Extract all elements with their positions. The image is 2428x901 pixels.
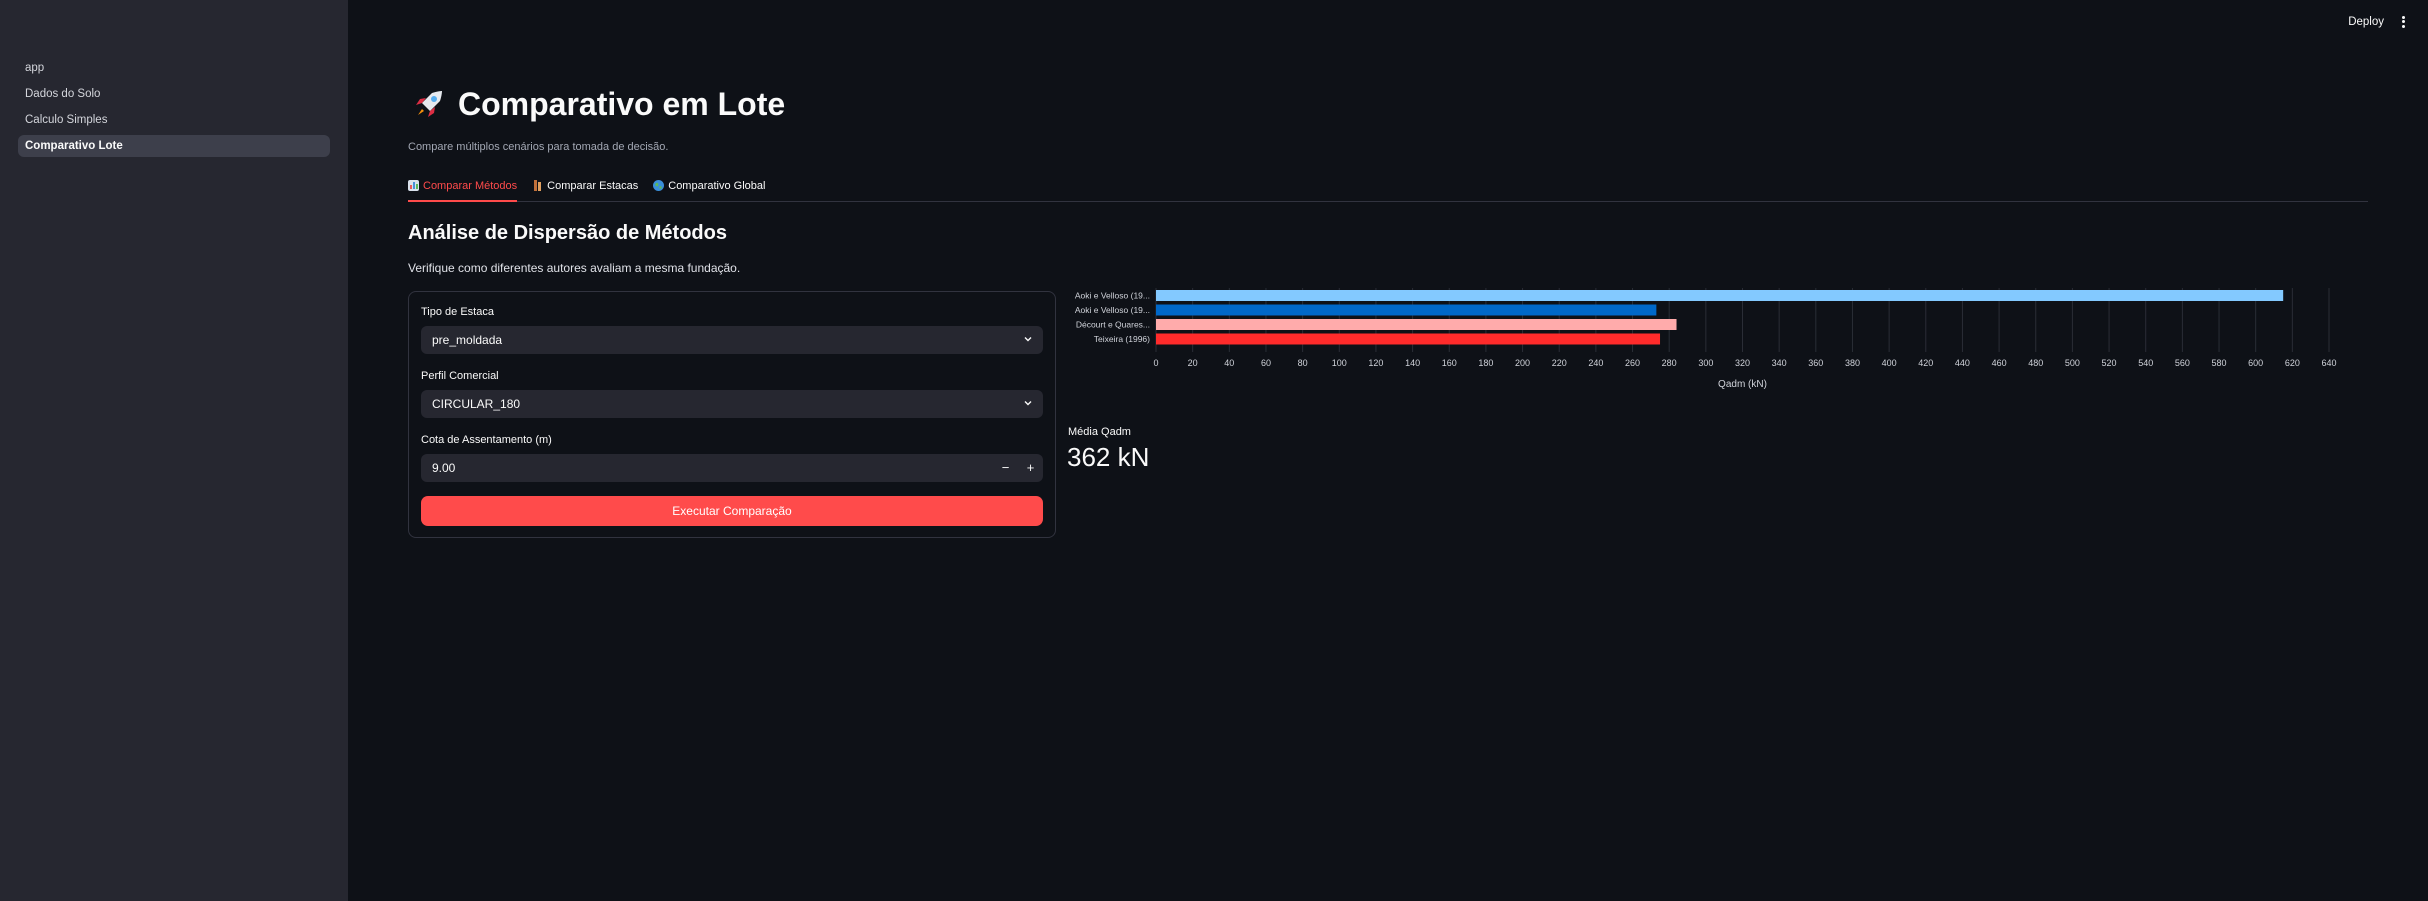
bar [1156, 290, 2284, 301]
bar [1156, 304, 1657, 316]
x-tick-label: 380 [1845, 358, 1860, 368]
x-tick-label: 140 [1405, 358, 1420, 368]
tab-label: Comparar Estacas [547, 180, 639, 192]
bar [1156, 319, 1677, 330]
x-tick-label: 240 [1588, 358, 1603, 368]
page-title-text: Comparativo em Lote [458, 86, 786, 122]
chevron-down-icon [1024, 401, 1032, 406]
x-tick-label: 180 [1478, 358, 1493, 368]
x-tick-label: 20 [1188, 358, 1198, 368]
perfil-comercial-select[interactable]: CIRCULAR_180 [421, 390, 1043, 418]
x-tick-label: 260 [1625, 358, 1640, 368]
x-tick-label: 120 [1368, 358, 1383, 368]
x-tick-label: 580 [2212, 358, 2227, 368]
deploy-button[interactable]: Deploy [2348, 16, 2384, 28]
x-tick-label: 560 [2175, 358, 2190, 368]
tipo-estaca-select[interactable]: pre_moldada [421, 326, 1043, 354]
perfil-comercial-label: Perfil Comercial [421, 370, 499, 382]
tab-comparar-metodos[interactable]: Comparar Métodos [408, 174, 518, 202]
comparison-form: Tipo de Estaca pre_moldada Perfil Comerc… [408, 291, 1056, 538]
sidebar-item-app[interactable]: app [18, 57, 330, 79]
x-tick-label: 600 [2248, 358, 2263, 368]
perfil-comercial-value: CIRCULAR_180 [432, 397, 521, 411]
sidebar: app Dados do Solo Calculo Simples Compar… [0, 0, 348, 901]
section-title: Análise de Dispersão de Métodos [408, 222, 727, 244]
x-tick-label: 60 [1261, 358, 1271, 368]
x-tick-label: 160 [1442, 358, 1457, 368]
more-vertical-icon[interactable] [2398, 14, 2408, 30]
cota-stepper: − + [421, 454, 1043, 482]
cota-label: Cota de Assentamento (m) [421, 434, 552, 446]
methods-bar-chart: 0 20 40 60 80 100 120 140 160 180 200 220 240 260 280 3… [1075, 288, 2337, 390]
section-description: Verifique como diferentes autores avalia… [408, 261, 741, 275]
bar-chart-icon [408, 180, 419, 191]
chevron-down-icon [1024, 337, 1032, 342]
sidebar-item-dados-do-solo[interactable]: Dados do Solo [18, 83, 330, 105]
y-category-label: Décourt e Quares... [1076, 320, 1150, 330]
tab-comparativo-global[interactable]: Comparativo Global [653, 174, 765, 202]
tab-comparar-estacas[interactable]: Comparar Estacas [532, 174, 638, 202]
metric-label: Média Qadm [1068, 426, 1131, 438]
rocket-icon [416, 90, 442, 117]
x-tick-label: 100 [1332, 358, 1347, 368]
x-tick-label: 480 [2028, 358, 2043, 368]
pile-icon [534, 180, 542, 191]
x-tick-label: 40 [1224, 358, 1234, 368]
x-tick-label: 400 [1882, 358, 1897, 368]
page-subtitle: Compare múltiplos cenários para tomada d… [408, 141, 669, 153]
y-category-label: Aoki e Velloso (19... [1075, 291, 1150, 301]
x-tick-label: 300 [1698, 358, 1713, 368]
x-tick-label: 440 [1955, 358, 1970, 368]
increment-button[interactable]: + [1018, 454, 1043, 482]
y-category-label: Aoki e Velloso (19... [1075, 305, 1150, 315]
x-tick-label: 320 [1735, 358, 1750, 368]
x-tick-label: 460 [1992, 358, 2007, 368]
globe-icon [653, 180, 665, 191]
executar-comparacao-button[interactable]: Executar Comparação [421, 496, 1043, 526]
tab-label: Comparativo Global [668, 180, 766, 192]
x-axis-label: Qadm (kN) [1718, 379, 1767, 390]
x-tick-label: 280 [1662, 358, 1677, 368]
x-tick-label: 640 [2321, 358, 2336, 368]
x-tick-label: 340 [1772, 358, 1787, 368]
x-tick-label: 80 [1298, 358, 1308, 368]
tab-bar: Comparar Métodos Comparar Estacas Compar… [408, 174, 2368, 202]
x-tick-label: 420 [1918, 358, 1933, 368]
decrement-button[interactable]: − [993, 454, 1018, 482]
x-tick-label: 500 [2065, 358, 2080, 368]
x-tick-label: 220 [1552, 358, 1567, 368]
x-tick-label: 620 [2285, 358, 2300, 368]
cota-input[interactable] [421, 454, 981, 482]
sidebar-item-calculo-simples[interactable]: Calculo Simples [18, 109, 330, 131]
bar [1156, 333, 1661, 345]
x-tick-label: 200 [1515, 358, 1530, 368]
metric-value: 362 kN [1067, 442, 1150, 472]
sidebar-nav: app Dados do Solo Calculo Simples Compar… [18, 57, 330, 161]
tipo-estaca-label: Tipo de Estaca [421, 306, 494, 318]
page-title: Comparativo em Lote [410, 86, 785, 123]
x-tick-label: 0 [1153, 358, 1158, 368]
x-tick-label: 360 [1808, 358, 1823, 368]
x-tick-label: 520 [2102, 358, 2117, 368]
y-category-label: Teixeira (1996) [1094, 334, 1150, 344]
x-tick-label: 540 [2138, 358, 2153, 368]
tab-label: Comparar Métodos [423, 180, 518, 192]
tipo-estaca-value: pre_moldada [432, 333, 503, 347]
sidebar-item-comparativo-lote[interactable]: Comparativo Lote [18, 135, 330, 157]
